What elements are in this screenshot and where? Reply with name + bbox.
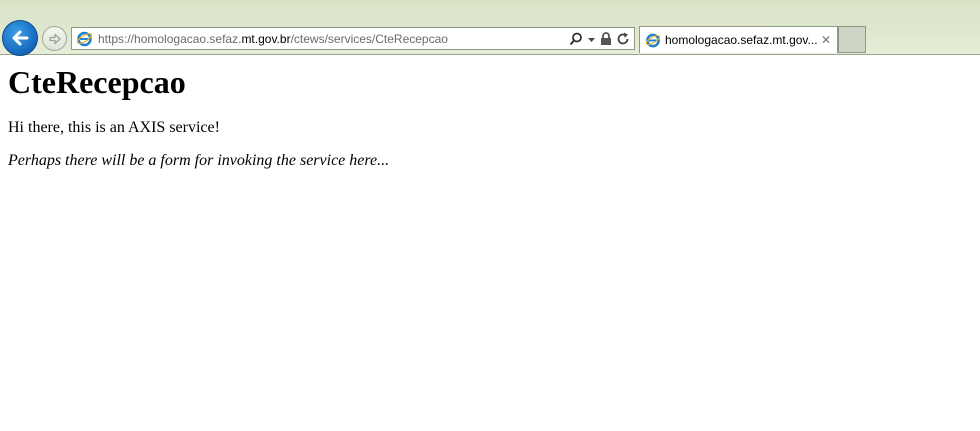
ie-logo-icon [76, 31, 93, 47]
back-arrow-icon [12, 30, 29, 46]
address-bar[interactable]: https://homologacao.sefaz.mt.gov.br/ctew… [71, 27, 635, 50]
url-host-domain: mt.gov.br [241, 31, 291, 46]
url-host-sub: homologacao.sefaz. [134, 31, 242, 46]
note-text: Perhaps there will be a form for invokin… [8, 152, 390, 170]
forward-button[interactable] [42, 26, 67, 51]
intro-text: Hi there, this is an AXIS service! [8, 119, 220, 137]
browser-chrome: https://homologacao.sefaz.mt.gov.br/ctew… [0, 0, 980, 56]
url-path: /ctews/services/CteRecepcao [290, 31, 448, 46]
new-tab-button[interactable] [838, 26, 866, 53]
close-icon[interactable]: ✕ [821, 33, 831, 47]
address-tools [569, 30, 630, 47]
tab-active[interactable]: homologacao.sefaz.mt.gov... ✕ [639, 26, 838, 53]
back-button[interactable] [2, 20, 38, 56]
tab-title: homologacao.sefaz.mt.gov... [665, 33, 818, 47]
refresh-icon[interactable] [617, 32, 630, 46]
page-title: CteRecepcao [8, 64, 186, 100]
url-text: https://homologacao.sefaz.mt.gov.br/ctew… [98, 32, 448, 46]
ie-logo-icon [645, 33, 661, 48]
lock-icon[interactable] [600, 31, 612, 46]
url-scheme: https:// [98, 31, 135, 46]
forward-arrow-icon [48, 33, 61, 44]
page-content: CteRecepcao Hi there, this is an AXIS se… [0, 64, 980, 171]
search-icon[interactable] [569, 32, 583, 46]
chevron-down-icon[interactable] [588, 32, 595, 46]
